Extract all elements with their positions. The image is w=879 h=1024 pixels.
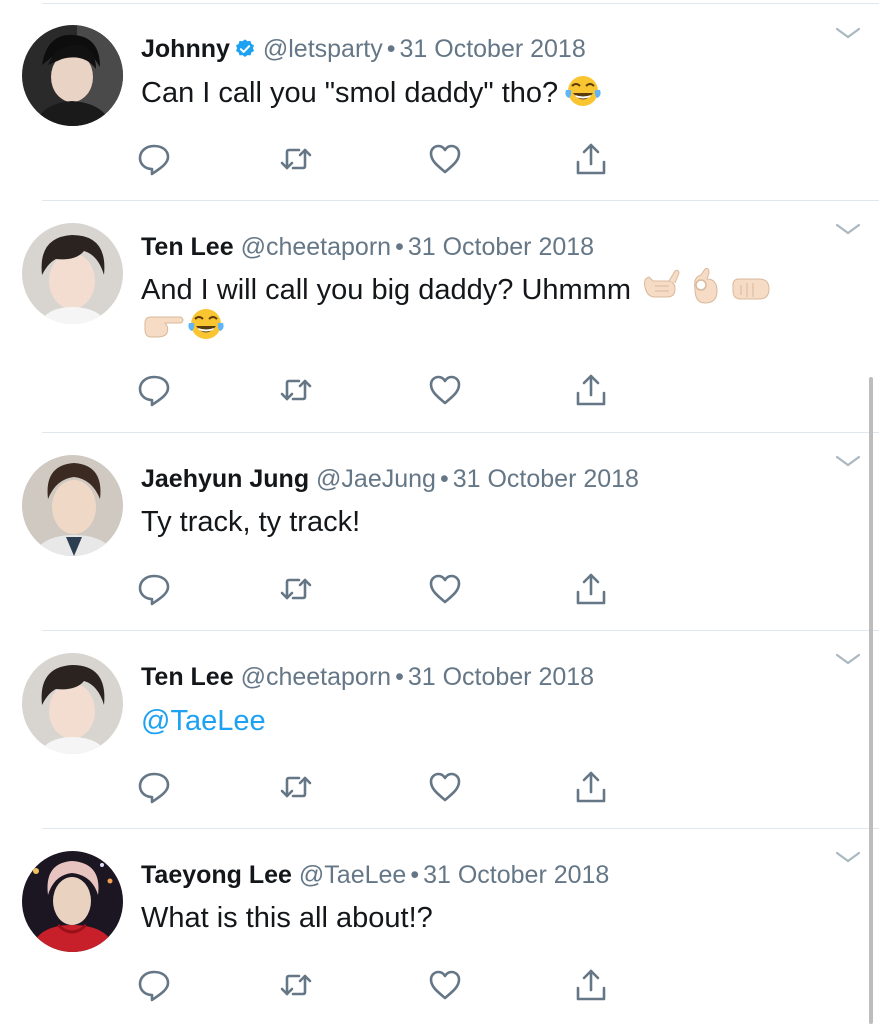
tweet-divider xyxy=(42,630,879,631)
separator-dot: • xyxy=(395,233,404,261)
tweet-actions xyxy=(136,571,616,607)
retweet-button[interactable] xyxy=(278,141,314,177)
face-with-tears-of-joy-emoji xyxy=(187,307,225,354)
display-name[interactable]: Taeyong Lee xyxy=(141,861,292,889)
tweet[interactable]: Taeyong Lee @TaeLee • 31 October 2018 What… xyxy=(0,830,879,1024)
tweet[interactable]: Jaehyun Jung @JaeJung • 31 October 2018 Ty… xyxy=(0,434,879,631)
retweet-button[interactable] xyxy=(278,571,314,607)
separator-dot: • xyxy=(439,465,449,493)
reply-button[interactable] xyxy=(136,967,172,1003)
tweet-actions xyxy=(136,769,616,805)
retweet-button[interactable] xyxy=(278,769,314,805)
retweet-button[interactable] xyxy=(278,372,314,408)
tweet-thread: Johnny @letsparty • 31 October 2018 Can I … xyxy=(0,0,879,1024)
reply-button[interactable] xyxy=(136,141,172,177)
tweet-text-line: What is this all about!? xyxy=(141,902,433,934)
tweet-text: Can I call you "smol daddy" tho? xyxy=(141,71,602,121)
tweet-text-line: And I will call you big daddy? Uhmmm xyxy=(141,274,631,306)
share-button[interactable] xyxy=(573,141,609,177)
tweet-actions xyxy=(136,372,616,408)
user-handle[interactable]: @TaeLee xyxy=(299,861,406,889)
tweet-divider xyxy=(42,200,879,201)
tweet-date[interactable]: 31 October 2018 xyxy=(423,861,609,889)
display-name[interactable]: Ten Lee xyxy=(141,663,234,691)
user-handle[interactable]: @cheetaporn xyxy=(241,663,391,691)
call-me-hand-emoji xyxy=(641,267,681,318)
tweet-divider xyxy=(42,828,879,829)
reply-button[interactable] xyxy=(136,372,172,408)
tweet-header: Jaehyun Jung @JaeJung • 31 October 2018 xyxy=(141,464,639,494)
tweet[interactable]: Johnny @letsparty • 31 October 2018 Can I … xyxy=(0,4,879,201)
avatar[interactable] xyxy=(22,25,123,126)
tweet-text: And I will call you big daddy? Uhmmm xyxy=(141,267,773,318)
separator-dot: • xyxy=(386,35,396,63)
tweet-text-line: Ty track, ty track! xyxy=(141,506,361,538)
like-button[interactable] xyxy=(427,141,463,177)
reply-button[interactable] xyxy=(136,571,172,607)
tweet-date[interactable]: 31 October 2018 xyxy=(408,663,594,691)
user-handle[interactable]: @cheetaporn xyxy=(241,233,391,261)
user-handle[interactable]: @JaeJung xyxy=(316,465,436,493)
tweet-text-line: Can I call you "smol daddy" tho? xyxy=(141,77,559,109)
tweet-header: Johnny @letsparty • 31 October 2018 xyxy=(141,34,586,67)
left-facing-fist-emoji xyxy=(729,274,773,318)
avatar[interactable] xyxy=(22,851,123,952)
chevron-down-icon[interactable] xyxy=(835,652,861,666)
tweet[interactable]: Ten Lee @cheetaporn • 31 October 2018 And … xyxy=(0,202,879,433)
tweet-header: Taeyong Lee @TaeLee • 31 October 2018 xyxy=(141,860,609,890)
share-button[interactable] xyxy=(573,769,609,805)
tweet-text: What is this all about!? xyxy=(141,896,433,940)
reply-button[interactable] xyxy=(136,769,172,805)
tweet[interactable]: Ten Lee @cheetaporn • 31 October 2018 @Tae… xyxy=(0,632,879,829)
tweet-divider xyxy=(42,432,879,433)
tweet-actions xyxy=(136,141,616,177)
display-name[interactable]: Jaehyun Jung xyxy=(141,465,309,493)
ok-hand-emoji xyxy=(687,267,723,318)
tweet-date[interactable]: 31 October 2018 xyxy=(453,465,639,493)
tweet-date[interactable]: 31 October 2018 xyxy=(400,35,586,63)
share-button[interactable] xyxy=(573,372,609,408)
mention-link[interactable]: @TaeLee xyxy=(141,705,266,737)
avatar[interactable] xyxy=(22,455,123,556)
like-button[interactable] xyxy=(427,372,463,408)
separator-dot: • xyxy=(410,861,420,889)
chevron-down-icon[interactable] xyxy=(835,222,861,236)
share-button[interactable] xyxy=(573,571,609,607)
chevron-down-icon[interactable] xyxy=(835,26,861,40)
tweet-text: @TaeLee xyxy=(141,699,266,743)
backhand-index-pointing-right-emoji xyxy=(141,310,185,354)
avatar[interactable] xyxy=(22,653,123,754)
tweet-text: Ty track, ty track! xyxy=(141,500,360,544)
like-button[interactable] xyxy=(427,769,463,805)
chevron-down-icon[interactable] xyxy=(835,850,861,864)
display-name[interactable]: Ten Lee xyxy=(141,233,234,261)
tweet-date[interactable]: 31 October 2018 xyxy=(408,233,594,261)
scrollbar[interactable] xyxy=(869,377,873,1024)
display-name[interactable]: Johnny xyxy=(141,35,230,63)
separator-dot: • xyxy=(395,663,404,691)
chevron-down-icon[interactable] xyxy=(835,454,861,468)
like-button[interactable] xyxy=(427,967,463,1003)
face-with-tears-of-joy-emoji xyxy=(564,74,602,121)
avatar[interactable] xyxy=(22,223,123,324)
share-button[interactable] xyxy=(573,967,609,1003)
retweet-button[interactable] xyxy=(278,967,314,1003)
like-button[interactable] xyxy=(427,571,463,607)
verified-badge-icon xyxy=(234,37,256,67)
tweet-text-emoji-line xyxy=(141,304,225,354)
tweet-actions xyxy=(136,967,616,1003)
user-handle[interactable]: @letsparty xyxy=(263,35,383,63)
tweet-header: Ten Lee @cheetaporn • 31 October 2018 xyxy=(141,662,594,692)
tweet-header: Ten Lee @cheetaporn • 31 October 2018 xyxy=(141,232,594,262)
